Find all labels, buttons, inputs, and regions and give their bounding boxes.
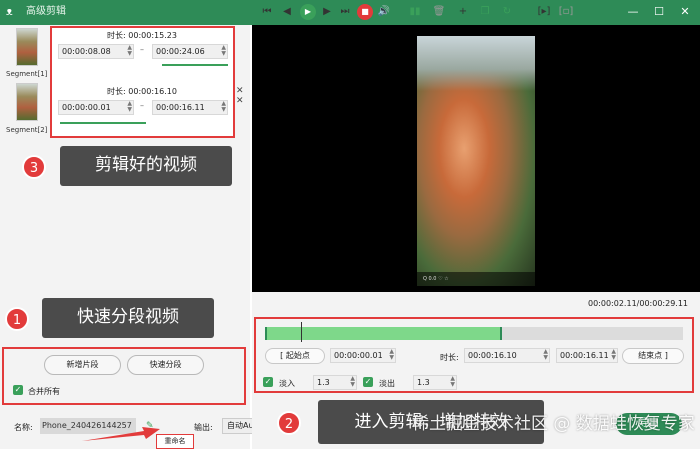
minimize-button[interactable]: — <box>624 4 642 20</box>
callout-edited-video: 剪辑好的视频 <box>60 146 232 186</box>
fade-in-label: 淡入 <box>279 379 295 388</box>
previous-frame-icon[interactable]: ◀ <box>280 4 294 20</box>
spinner-icon[interactable]: ▲ ▼ <box>611 349 616 361</box>
video-frame: Q 0.0 ♡ ☆ <box>417 36 535 286</box>
quick-split-button[interactable]: 快速分段 <box>127 355 204 375</box>
start-point-button[interactable]: [ 起始点 <box>265 348 325 364</box>
fade-out-label: 淡出 <box>379 379 395 388</box>
segment-thumbnail-2[interactable] <box>16 83 38 121</box>
stop-button[interactable]: ■ <box>357 4 373 20</box>
edit-duration-label: 时长: <box>440 353 459 362</box>
merge-all-label: 合并所有 <box>28 387 60 396</box>
spinner-icon[interactable]: ▲ ▼ <box>389 349 394 361</box>
skip-to-start-icon[interactable]: ⏮ <box>260 4 274 20</box>
timeline-playhead[interactable] <box>301 322 302 342</box>
output-label: 输出: <box>194 423 213 432</box>
fade-out-checkbox[interactable]: ✓ <box>363 377 373 387</box>
new-segment-button[interactable]: 新增片段 <box>44 355 121 375</box>
mark-in-icon[interactable]: [▸] <box>536 4 552 20</box>
fade-out-field[interactable]: 1.3 ▲ ▼ <box>413 375 457 390</box>
name-label: 名称: <box>14 423 33 432</box>
callout-badge-2: 2 <box>277 411 301 435</box>
video-overlay-bar: Q 0.0 ♡ ☆ <box>417 272 535 286</box>
play-button[interactable]: ▶ <box>300 4 316 20</box>
spinner-icon[interactable]: ▲ ▼ <box>350 376 355 388</box>
time-display: 00:00:02.11/00:00:29.11 <box>588 299 688 308</box>
remove-segment-icon[interactable]: ✕ ✕ <box>236 86 244 106</box>
spinner-icon[interactable]: ▲ ▼ <box>450 376 455 388</box>
mark-out-icon[interactable]: [▫] <box>558 4 574 20</box>
merge-all-checkbox[interactable]: ✓ <box>13 385 23 395</box>
next-frame-icon[interactable]: ▶ <box>320 4 334 20</box>
callout-quick-split: 快速分段视频 <box>42 298 214 338</box>
copy-icon[interactable]: ❐ <box>478 4 492 20</box>
close-button[interactable]: ✕ <box>676 4 694 20</box>
duration-field[interactable]: 00:00:16.10 ▲ ▼ <box>464 348 550 363</box>
callout-badge-3: 3 <box>22 155 46 179</box>
watermark: 稀土掘金技术社区 @ 数据蛙恢复专家 <box>412 414 695 434</box>
video-sky <box>417 36 535 91</box>
end-point-button[interactable]: 结束点 ] <box>622 348 684 364</box>
volume-icon[interactable]: 🔊 <box>377 4 391 20</box>
red-arrow-icon <box>82 427 160 441</box>
callout-badge-1: 1 <box>5 307 29 331</box>
fade-in-field[interactable]: 1.3 ▲ ▼ <box>313 375 357 390</box>
segment-label-2: Segment[2] <box>6 126 48 134</box>
window-title: 高级剪辑 <box>26 6 66 17</box>
fade-in-checkbox[interactable]: ✓ <box>263 377 273 387</box>
split-icon[interactable]: ▮▮ <box>408 4 422 20</box>
skip-to-end-icon[interactable]: ⏭ <box>338 4 352 20</box>
end-time-field[interactable]: 00:00:16.11 ▲ ▼ <box>556 348 618 363</box>
add-icon[interactable]: + <box>456 4 470 20</box>
highlight-box-segments <box>50 26 235 138</box>
reset-icon[interactable]: ↻ <box>500 4 514 20</box>
maximize-button[interactable]: ☐ <box>650 4 668 20</box>
spinner-icon[interactable]: ▲ ▼ <box>543 349 548 361</box>
delete-icon[interactable]: 🗑 <box>432 4 446 20</box>
segment-thumbnail-1[interactable] <box>16 28 38 66</box>
segment-label-1: Segment[1] <box>6 70 48 78</box>
app-logo-icon: ᴥ <box>6 5 13 18</box>
start-time-field[interactable]: 00:00:00.01 ▲ ▼ <box>330 348 396 363</box>
